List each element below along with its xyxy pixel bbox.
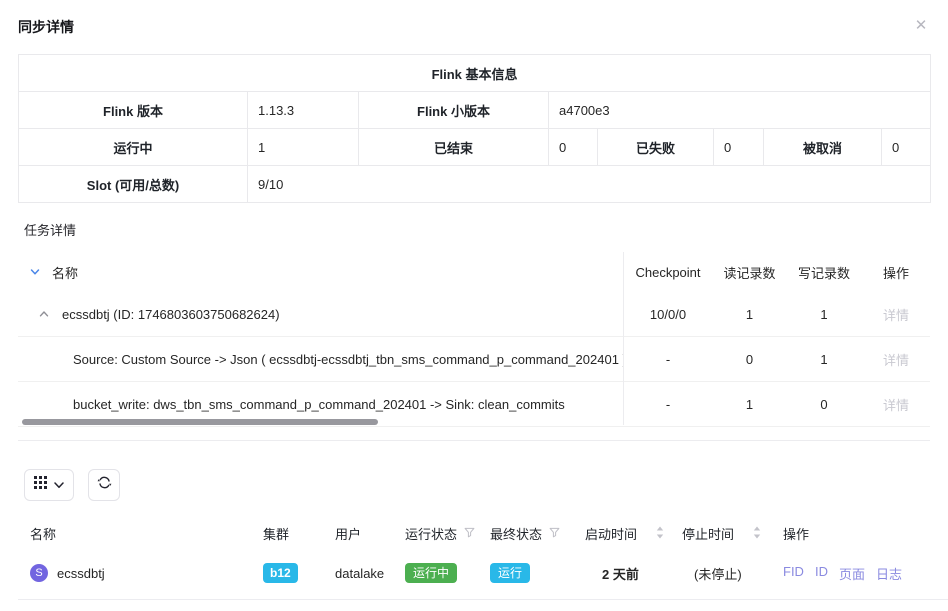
start-time: 2 天前: [585, 564, 682, 583]
slot-label: Slot (可用/总数): [19, 166, 248, 203]
task-checkpoint: 10/0/0: [623, 307, 713, 322]
fixed-column-divider: [623, 252, 624, 425]
chevron-down-icon[interactable]: [29, 266, 41, 278]
task-write-count: 0: [786, 397, 862, 412]
col-cluster: 集群: [263, 524, 335, 543]
table-row: S ecssdbtj b12 datalake 运行中 运行 2 天前 (未停止…: [18, 547, 948, 600]
task-name: bucket_write: dws_tbn_sms_command_p_comm…: [73, 397, 565, 412]
refresh-icon: [97, 475, 112, 495]
log-link[interactable]: 日志: [876, 564, 902, 583]
close-icon[interactable]: ✕: [910, 14, 932, 36]
detail-link[interactable]: 详情: [883, 398, 909, 413]
col-user: 用户: [335, 524, 405, 543]
jobs-table-header: 名称 集群 用户 运行状态 最终状态 启动时间: [0, 520, 948, 547]
col-stop-time-label: 停止时间: [682, 524, 734, 543]
flink-version-label: Flink 版本: [19, 92, 248, 129]
avatar: S: [30, 564, 48, 582]
table-toolbar: [24, 469, 120, 501]
table-row: Source: Custom Source -> Json ( ecssdbtj…: [18, 337, 930, 382]
canceled-value: 0: [882, 129, 931, 166]
task-checkpoint: -: [623, 397, 713, 412]
detail-link[interactable]: 详情: [883, 353, 909, 368]
modal-title: 同步详情: [18, 17, 74, 37]
task-read-count: 1: [713, 307, 786, 322]
flink-minor-version-label: Flink 小版本: [359, 92, 549, 129]
col-checkpoint: Checkpoint: [623, 265, 713, 280]
col-run-status[interactable]: 运行状态: [405, 524, 490, 543]
chevron-up-icon[interactable]: [38, 308, 50, 320]
fid-link[interactable]: FID: [783, 564, 804, 583]
task-table-header: 名称 Checkpoint 读记录数 写记录数 操作: [18, 252, 930, 292]
id-link[interactable]: ID: [815, 564, 828, 583]
task-details-table: 名称 Checkpoint 读记录数 写记录数 操作 ecssdbtj (ID:…: [18, 252, 930, 441]
col-final-status-label: 最终状态: [490, 524, 542, 543]
jobs-table: 名称 集群 用户 运行状态 最终状态 启动时间: [0, 520, 948, 600]
col-stop-time[interactable]: 停止时间: [682, 524, 783, 543]
column-settings-button[interactable]: [24, 469, 74, 501]
sorter-icon[interactable]: [656, 526, 664, 542]
flink-info-title: Flink 基本信息: [19, 55, 931, 92]
col-action: 操作: [783, 524, 948, 543]
grid-icon: [34, 476, 47, 494]
task-write-count: 1: [786, 352, 862, 367]
col-final-status[interactable]: 最终状态: [490, 524, 585, 543]
col-run-status-label: 运行状态: [405, 524, 457, 543]
canceled-label: 被取消: [764, 129, 882, 166]
col-name: 名称: [52, 263, 78, 282]
failed-label: 已失败: [598, 129, 714, 166]
col-name: 名称: [30, 524, 263, 543]
job-name: ecssdbtj: [57, 566, 105, 581]
horizontal-scrollbar[interactable]: [22, 419, 378, 425]
col-action: 操作: [862, 263, 930, 282]
cluster-badge: b12: [263, 563, 298, 583]
table-row: ecssdbtj (ID: 1746803603750682624) 10/0/…: [18, 292, 930, 337]
task-read-count: 1: [713, 397, 786, 412]
filter-icon[interactable]: [549, 526, 560, 541]
stop-time: (未停止): [682, 564, 783, 583]
sorter-icon[interactable]: [753, 526, 761, 542]
filter-icon[interactable]: [464, 526, 475, 541]
flink-minor-version-value: a4700e3: [549, 92, 931, 129]
final-status-badge: 运行: [490, 563, 530, 583]
flink-version-value: 1.13.3: [248, 92, 359, 129]
col-start-time[interactable]: 启动时间: [585, 524, 682, 543]
running-value: 1: [248, 129, 359, 166]
row-actions: FID ID 页面 日志: [783, 564, 948, 583]
detail-link[interactable]: 详情: [883, 308, 909, 323]
slot-value: 9/10: [248, 166, 931, 203]
task-details-title: 任务详情: [24, 220, 76, 239]
finished-label: 已结束: [359, 129, 549, 166]
task-checkpoint: -: [623, 352, 713, 367]
flink-info-table: Flink 基本信息 Flink 版本 1.13.3 Flink 小版本 a47…: [18, 54, 931, 203]
job-user: datalake: [335, 566, 405, 581]
run-status-badge: 运行中: [405, 563, 457, 583]
running-label: 运行中: [19, 129, 248, 166]
task-read-count: 0: [713, 352, 786, 367]
task-name: ecssdbtj (ID: 1746803603750682624): [62, 307, 280, 322]
col-start-time-label: 启动时间: [585, 524, 637, 543]
col-write-count: 写记录数: [786, 263, 862, 282]
task-name: Source: Custom Source -> Json ( ecssdbtj…: [73, 352, 623, 367]
refresh-button[interactable]: [88, 469, 120, 501]
col-read-count: 读记录数: [713, 263, 786, 282]
task-write-count: 1: [786, 307, 862, 322]
failed-value: 0: [714, 129, 764, 166]
finished-value: 0: [549, 129, 598, 166]
page-link[interactable]: 页面: [839, 564, 865, 583]
chevron-down-icon: [54, 476, 64, 494]
